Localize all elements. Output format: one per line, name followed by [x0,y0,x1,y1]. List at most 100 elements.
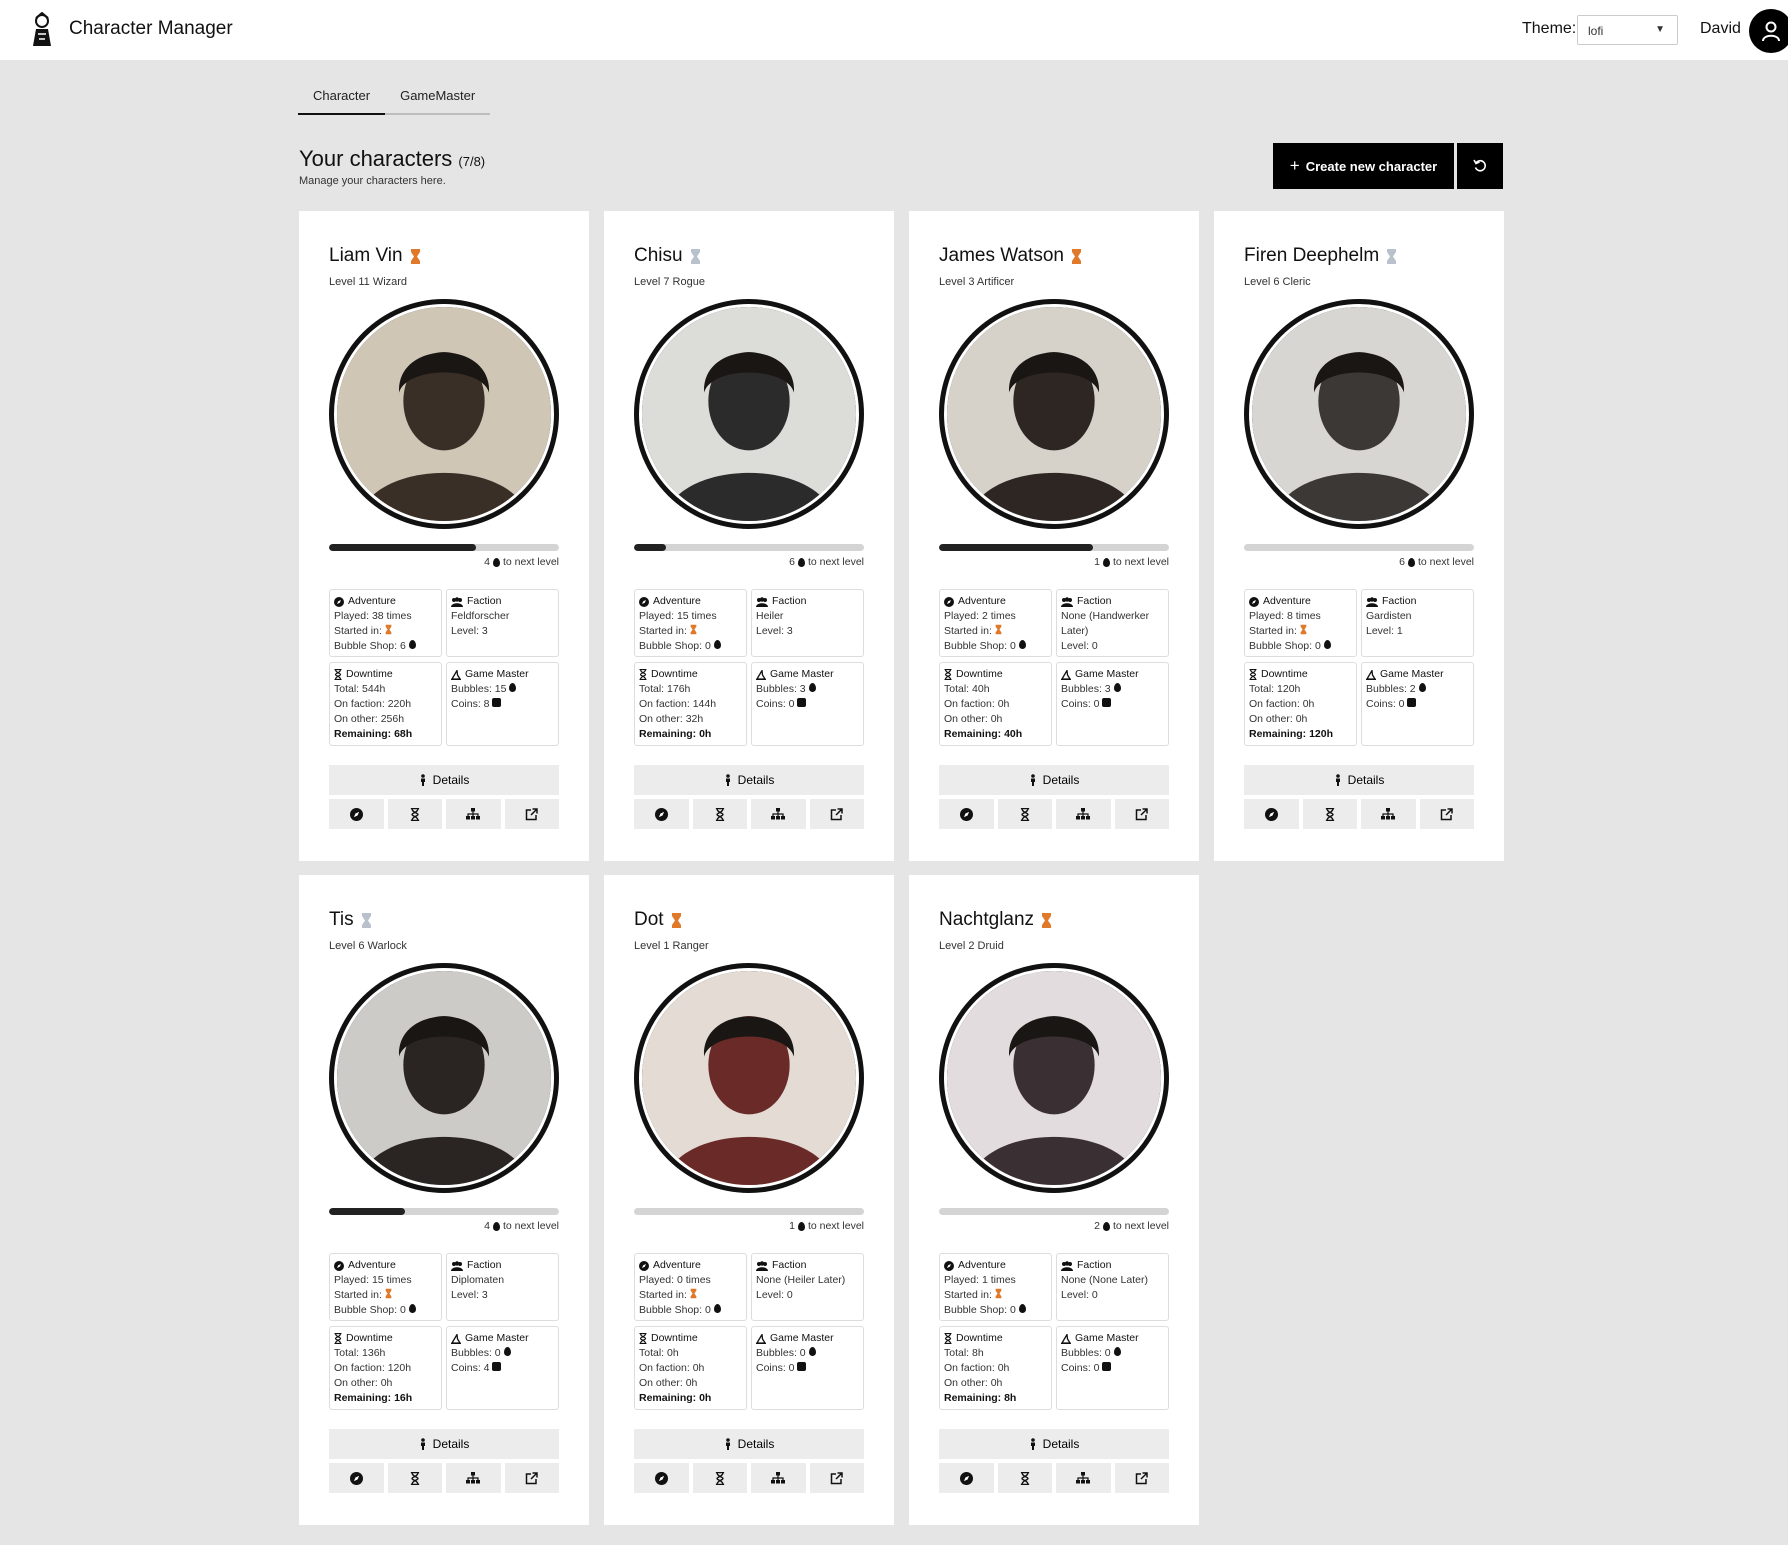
downtime-button[interactable] [387,799,442,829]
page-title-text: Your characters [299,146,453,171]
faction-title: Faction [1061,594,1164,609]
gm-bubbles-row: Bubbles: 3 [756,682,859,697]
adventure-title: Adventure [1249,594,1352,609]
adventures-button[interactable] [329,1463,384,1493]
faction-tree-button[interactable] [751,1463,806,1493]
bubble-icon [509,683,517,692]
tier-icon [385,624,392,635]
hourglass-icon [944,669,952,680]
tab-gamemaster[interactable]: GameMaster [385,82,490,113]
faction-title: Faction [1366,594,1469,609]
coins-icon [492,1362,502,1371]
downtime-button[interactable] [997,1463,1052,1493]
character-portrait[interactable] [1244,299,1474,529]
compass-icon [334,1260,344,1271]
game-master-title: Game Master [1061,667,1164,682]
open-external-button[interactable] [504,1463,559,1493]
gm-bubbles: Bubbles: 3 [756,683,806,695]
character-portrait[interactable] [939,963,1169,1193]
adventures-button[interactable] [634,1463,689,1493]
theme-select[interactable]: lofi ▼ [1577,15,1678,45]
create-character-button[interactable]: + Create new character [1273,143,1454,189]
app-title[interactable]: Character Manager [69,18,233,40]
character-portrait[interactable] [634,963,864,1193]
next-level-label: to next level [807,556,864,568]
faction-tree-button[interactable] [751,799,806,829]
character-name[interactable]: Liam Vin [329,245,403,267]
character-card: Chisu Level 7 Rogue 6 to next level Adve… [604,211,894,861]
details-label: Details [1042,773,1080,787]
details-button[interactable]: Details [939,1429,1169,1459]
character-portrait[interactable] [329,299,559,529]
card-actions [939,799,1169,829]
gm-coins-row: Coins: 0 [1061,1361,1164,1376]
downtime-button[interactable] [387,1463,442,1493]
adventures-button[interactable] [1244,799,1299,829]
portrait-image [944,304,1164,524]
character-portrait[interactable] [634,299,864,529]
adventure-started: Started in: [944,1289,992,1301]
faction-name: Feldforscher [451,610,510,622]
downtime-box: Downtime Total: 40h On faction: 0h On ot… [939,662,1052,746]
adventures-button[interactable] [634,799,689,829]
bubble-icon [808,1347,816,1356]
game-master-label: Game Master [1075,1332,1139,1344]
character-name[interactable]: Nachtglanz [939,909,1034,931]
faction-tree-button[interactable] [1056,799,1111,829]
open-external-button[interactable] [504,799,559,829]
character-portrait[interactable] [329,963,559,1193]
downtime-button[interactable] [692,799,747,829]
character-name[interactable]: Dot [634,909,664,931]
bubble-icon [808,683,816,692]
adventure-shop: Bubble Shop: 0 [334,1304,406,1316]
faction-tree-button[interactable] [1361,799,1416,829]
compass-icon [349,807,363,821]
faction-tree-button[interactable] [1056,1463,1111,1493]
character-name[interactable]: Tis [329,909,354,931]
details-button[interactable]: Details [329,1429,559,1459]
faction-tree-button[interactable] [446,1463,501,1493]
user-avatar-button[interactable] [1749,9,1788,53]
hourglass-icon [334,669,342,680]
details-label: Details [737,773,775,787]
bubble-icon [713,640,721,649]
open-external-button[interactable] [1114,1463,1169,1493]
character-name[interactable]: Chisu [634,245,683,267]
compass-icon [639,1260,649,1271]
faction-name: Diplomaten [451,1274,505,1286]
character-name[interactable]: Firen Deephelm [1244,245,1379,267]
user-name[interactable]: David [1700,20,1741,38]
details-button[interactable]: Details [634,1429,864,1459]
open-external-button[interactable] [1114,799,1169,829]
character-name[interactable]: James Watson [939,245,1064,267]
downtime-button[interactable] [692,1463,747,1493]
open-external-button[interactable] [809,1463,864,1493]
portrait-icon [642,971,856,1185]
sitemap-icon [771,1472,786,1484]
bubble-icon [1418,683,1426,692]
logo-icon[interactable] [27,12,57,48]
hourglass-icon [1249,669,1257,680]
adventures-button[interactable] [939,1463,994,1493]
open-external-button[interactable] [809,799,864,829]
next-level-text: 6 to next level [789,556,864,568]
adventure-shop: Bubble Shop: 0 [639,640,711,652]
tab-bar: Character GameMaster [298,82,491,115]
downtime-button[interactable] [1302,799,1357,829]
adventures-button[interactable] [939,799,994,829]
details-button[interactable]: Details [329,765,559,795]
tab-character[interactable]: Character [298,82,386,115]
downtime-button[interactable] [997,799,1052,829]
faction-tree-button[interactable] [446,799,501,829]
downtime-title: Downtime [1249,667,1352,682]
details-button[interactable]: Details [634,765,864,795]
refresh-button[interactable] [1457,143,1503,189]
gm-coins-row: Coins: 0 [756,697,859,712]
adventures-button[interactable] [329,799,384,829]
details-button[interactable]: Details [939,765,1169,795]
faction-label: Faction [467,1259,502,1271]
details-button[interactable]: Details [1244,765,1474,795]
character-portrait[interactable] [939,299,1169,529]
compass-icon [654,1471,668,1485]
open-external-button[interactable] [1419,799,1474,829]
